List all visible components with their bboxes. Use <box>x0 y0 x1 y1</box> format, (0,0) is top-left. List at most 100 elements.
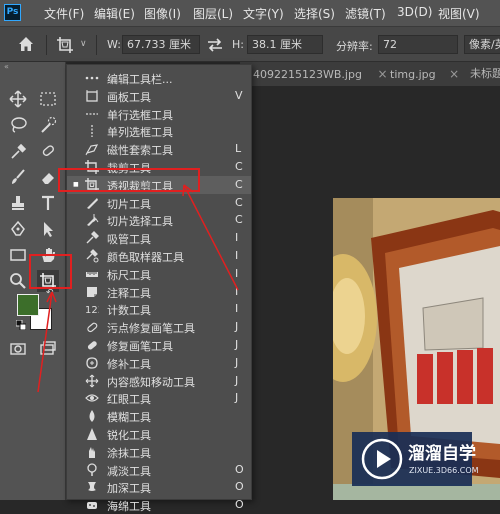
tab-document-2[interactable]: timg.jpg × <box>390 62 459 86</box>
lasso-tool-icon[interactable] <box>7 114 29 136</box>
swap-colors-icon[interactable]: ↶ <box>46 288 54 298</box>
flyout-item[interactable]: 锐化工具 <box>67 425 251 443</box>
flyout-item[interactable]: 修复画笔工具 J <box>67 336 251 354</box>
flyout-item[interactable]: 模糊工具 <box>67 407 251 425</box>
home-icon[interactable] <box>16 34 36 54</box>
menu-bar: Ps 文件(F) 编辑(E) 图像(I) 图层(L) 文字(Y) 选择(S) 滤… <box>0 0 500 26</box>
tab-label: timg.jpg <box>390 68 436 81</box>
eyedropper-tool-icon[interactable] <box>7 140 29 162</box>
flyout-item-shortcut: I <box>235 284 239 298</box>
flyout-item[interactable]: 编辑工具栏... <box>67 69 251 87</box>
flyout-item-label: 加深工具 <box>107 482 151 496</box>
annotation-box-menu-item <box>58 168 200 192</box>
menu-edit[interactable]: 编辑(E) <box>94 5 135 22</box>
type-tool-icon[interactable] <box>37 192 59 214</box>
move-tool-icon[interactable] <box>7 88 29 110</box>
rectangle-tool-icon[interactable] <box>7 244 29 266</box>
separator <box>96 35 97 55</box>
flyout-item[interactable]: 注释工具 I <box>67 283 251 301</box>
quick-selection-tool-icon[interactable] <box>37 114 59 136</box>
tab-label: 14092215123WB.jpg <box>246 68 362 81</box>
menu-layer[interactable]: 图层(L) <box>193 5 233 22</box>
ruler-icon <box>85 267 99 281</box>
flyout-item-shortcut: C <box>235 160 243 173</box>
eraser-tool-icon[interactable] <box>37 166 59 188</box>
height-field[interactable]: 38.1 厘米 <box>247 35 323 54</box>
flyout-item-label: 画板工具 <box>107 90 151 104</box>
flyout-item[interactable]: 吸管工具 I <box>67 229 251 247</box>
burn-icon <box>85 480 99 494</box>
flyout-item[interactable]: 海绵工具 O <box>67 496 251 514</box>
flyout-item[interactable]: 123 计数工具 I <box>67 300 251 318</box>
flyout-item-shortcut: O <box>235 480 244 494</box>
close-icon[interactable]: × <box>449 67 459 81</box>
flyout-item[interactable]: 污点修复画笔工具 J <box>67 318 251 336</box>
spot-healing-tool-icon[interactable] <box>37 140 59 162</box>
flyout-item-label: 红眼工具 <box>107 393 151 407</box>
flyout-item-shortcut: C <box>235 213 243 227</box>
width-field[interactable]: 67.733 厘米 <box>122 35 200 54</box>
flyout-item[interactable]: 画板工具 V <box>67 87 251 105</box>
flyout-item[interactable]: 内容感知移动工具 J <box>67 372 251 390</box>
tab-document-3[interactable]: 未标题 <box>470 62 500 86</box>
flyout-item-label: 磁性套索工具 <box>107 144 173 158</box>
flyout-item[interactable]: 修补工具 J <box>67 354 251 372</box>
perspective-crop-options-icon[interactable] <box>56 36 74 54</box>
menu-type[interactable]: 文字(Y) <box>243 5 284 22</box>
menu-view[interactable]: 视图(V) <box>438 5 480 22</box>
quick-mask-icon[interactable] <box>7 338 29 360</box>
resolution-unit-select[interactable]: 像素/英 <box>464 35 500 54</box>
flyout-item[interactable]: 切片工具 C <box>67 194 251 212</box>
flyout-item-label: 修复画笔工具 <box>107 340 173 353</box>
flyout-item[interactable]: 红眼工具 J <box>67 389 251 407</box>
flyout-item-shortcut: I <box>235 249 239 262</box>
default-colors-icon[interactable] <box>15 319 27 331</box>
play-logo-icon <box>361 438 403 480</box>
stamp-tool-icon[interactable] <box>7 192 29 214</box>
watermark-brand: 溜溜自学 <box>408 444 476 464</box>
tab-document-1[interactable]: 14092215123WB.jpg × <box>246 62 388 86</box>
brush-tool-icon[interactable] <box>7 166 29 188</box>
flyout-item[interactable]: 切片选择工具 C <box>67 211 251 229</box>
flyout-item-shortcut: J <box>235 320 239 334</box>
menu-file[interactable]: 文件(F) <box>44 5 84 22</box>
magnetic-lasso-icon <box>85 142 99 156</box>
flyout-item-shortcut: C <box>235 195 243 209</box>
flyout-item[interactable]: 单列选框工具 <box>67 122 251 140</box>
menu-3d[interactable]: 3D(D) <box>397 5 432 19</box>
menu-select[interactable]: 选择(S) <box>294 5 335 22</box>
flyout-item[interactable]: 单行选框工具 <box>67 105 251 123</box>
zoom-tool-icon[interactable] <box>7 270 29 292</box>
document-tab-bar: 14092215123WB.jpg × timg.jpg × 未标题 <box>240 62 500 86</box>
flyout-item-label: 海绵工具 <box>107 500 151 514</box>
pen-tool-icon[interactable] <box>7 218 29 240</box>
sponge-icon <box>85 498 99 512</box>
swap-icon[interactable] <box>206 36 224 54</box>
marquee-tool-icon[interactable] <box>37 88 59 110</box>
menu-filter[interactable]: 滤镜(T) <box>345 5 386 22</box>
flyout-item-shortcut: O <box>235 498 244 512</box>
flyout-item-label: 计数工具 <box>107 304 151 318</box>
flyout-item[interactable]: 磁性套索工具 L <box>67 140 251 158</box>
content-aware-move-icon <box>85 374 99 388</box>
flyout-item-label: 标尺工具 <box>107 268 151 282</box>
flyout-item[interactable]: 标尺工具 I <box>67 265 251 283</box>
photoshop-logo[interactable]: Ps <box>4 4 21 21</box>
collapse-panel-icon[interactable]: « <box>4 62 9 71</box>
flyout-item[interactable]: 涂抹工具 <box>67 443 251 461</box>
path-selection-tool-icon[interactable] <box>37 218 59 240</box>
color-sampler-icon <box>85 249 99 263</box>
flyout-item[interactable]: 减淡工具 O <box>67 461 251 479</box>
flyout-item[interactable]: 颜色取样器工具 I <box>67 247 251 265</box>
close-icon[interactable]: × <box>377 67 387 81</box>
screen-mode-icon[interactable] <box>37 338 59 360</box>
flyout-item[interactable]: 加深工具 O <box>67 478 251 496</box>
flyout-item-label: 切片工具 <box>107 197 151 211</box>
flyout-item-label: 锐化工具 <box>107 429 151 442</box>
count-icon: 123 <box>85 302 99 316</box>
chevron-down-icon[interactable]: ∨ <box>80 39 87 49</box>
menu-image[interactable]: 图像(I) <box>144 5 181 22</box>
foreground-color-swatch[interactable] <box>17 294 39 316</box>
flyout-item-label: 污点修复画笔工具 <box>107 322 195 336</box>
resolution-field[interactable]: 72 <box>378 35 458 54</box>
